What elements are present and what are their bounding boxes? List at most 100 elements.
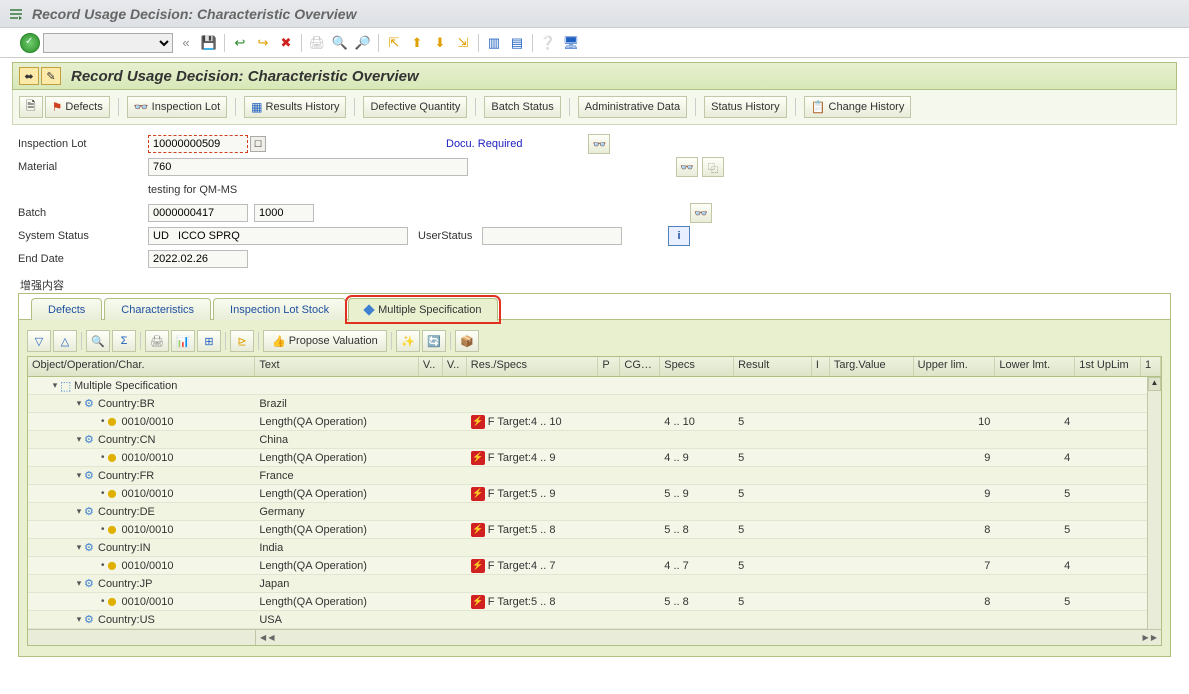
back-icon[interactable]: ↩ [230, 33, 250, 53]
expand-icon[interactable]: ▾ [74, 399, 84, 409]
prev-page-icon[interactable]: ⬆ [407, 33, 427, 53]
table-row[interactable]: ▾ Country:FRFrance [28, 467, 1161, 485]
new-session-icon[interactable]: ▥ [484, 33, 504, 53]
table-row[interactable]: ▾ Country:CNChina [28, 431, 1161, 449]
col-res-specs[interactable]: Res./Specs [467, 357, 599, 376]
find-button[interactable]: 🔍 [86, 330, 110, 352]
inspection-lot-button[interactable]: 👓Inspection Lot [127, 96, 227, 118]
command-field[interactable] [43, 33, 173, 53]
vertical-scrollbar[interactable]: ▲ ▼ [1147, 377, 1161, 645]
col-1[interactable]: 1 [1141, 357, 1161, 376]
find-next-icon[interactable]: 🔎 [353, 33, 373, 53]
print-icon[interactable]: 🖨 [307, 33, 327, 53]
magic-wand-button[interactable]: ✨ [396, 330, 420, 352]
expand-icon[interactable]: ▾ [74, 507, 84, 517]
details-button[interactable]: 🗎 [19, 96, 43, 118]
admin-data-button[interactable]: Administrative Data [578, 96, 687, 118]
sap-menu-icon[interactable] [8, 6, 24, 22]
last-page-icon[interactable]: ⇲ [453, 33, 473, 53]
table-row[interactable]: ▾ Multiple Specification [28, 377, 1161, 395]
cancel-icon[interactable]: ✖ [276, 33, 296, 53]
expand-icon[interactable]: ▾ [74, 543, 84, 553]
scroll-up-icon[interactable]: ▲ [1148, 377, 1161, 391]
tab-multiple-specification[interactable]: Multiple Specification [348, 298, 498, 321]
col-targ[interactable]: Targ.Value [830, 357, 914, 376]
batch-split-input[interactable] [254, 204, 314, 222]
export-button[interactable]: ⊞ [197, 330, 221, 352]
expand-icon[interactable]: ▾ [74, 615, 84, 625]
info-button[interactable]: i [668, 226, 690, 246]
batch-input[interactable] [148, 204, 248, 222]
stock-button[interactable]: 📦 [455, 330, 479, 352]
label-system-status: System Status [18, 230, 148, 242]
find-icon[interactable]: 🔍 [330, 33, 350, 53]
copy-button[interactable]: ⿻ [702, 157, 724, 177]
help-icon[interactable]: ❔ [538, 33, 558, 53]
col-p[interactable]: P [598, 357, 620, 376]
table-row[interactable]: • 0010/0010Length(QA Operation)⚡F Target… [28, 449, 1161, 467]
defective-quantity-button[interactable]: Defective Quantity [363, 96, 467, 118]
collapse-all-button[interactable]: △ [53, 330, 77, 352]
expand-icon[interactable]: ▾ [74, 579, 84, 589]
sum-button[interactable]: Σ [112, 330, 136, 352]
next-page-icon[interactable]: ⬇ [430, 33, 450, 53]
table-row[interactable]: ▾ Country:INIndia [28, 539, 1161, 557]
chart-button[interactable]: 📊 [171, 330, 195, 352]
end-date-input[interactable] [148, 250, 248, 268]
layout-icon[interactable]: 🖥 [561, 33, 581, 53]
table-row[interactable]: • 0010/0010Length(QA Operation)⚡F Target… [28, 521, 1161, 539]
tab-defects[interactable]: Defects [31, 298, 102, 320]
back-all-icon[interactable]: « [176, 33, 196, 53]
ok-button[interactable] [20, 33, 40, 53]
propose-valuation-button[interactable]: 👍Propose Valuation [263, 330, 387, 352]
defects-button[interactable]: ⚑Defects [45, 96, 110, 118]
table-row[interactable]: ▾ Country:BRBrazil [28, 395, 1161, 413]
col-result[interactable]: Result [734, 357, 812, 376]
save-icon[interactable]: 💾 [199, 33, 219, 53]
display-material-button[interactable]: 👓 [676, 157, 698, 177]
table-row[interactable]: • 0010/0010Length(QA Operation)⚡F Target… [28, 557, 1161, 575]
col-v1[interactable]: V.. [419, 357, 443, 376]
col-i[interactable]: I [812, 357, 830, 376]
expand-icon[interactable]: ▾ [50, 381, 60, 391]
expand-icon[interactable]: ▾ [74, 435, 84, 445]
hierarchy-button[interactable]: ⊵ [230, 330, 254, 352]
status-history-button[interactable]: Status History [704, 96, 786, 118]
col-cg[interactable]: CG… [620, 357, 660, 376]
table-row[interactable]: ▾ Country:DEGermany [28, 503, 1161, 521]
tab-inspection-lot-stock[interactable]: Inspection Lot Stock [213, 298, 346, 320]
change-history-button[interactable]: 📋Change History [804, 96, 912, 118]
user-status-input[interactable] [482, 227, 622, 245]
inspection-lot-input[interactable] [148, 135, 248, 153]
first-page-icon[interactable]: ⇱ [384, 33, 404, 53]
header-action-2-icon[interactable]: ✎ [41, 67, 61, 85]
search-help-icon[interactable]: ☐ [250, 136, 266, 152]
table-row[interactable]: • 0010/0010Length(QA Operation)⚡F Target… [28, 413, 1161, 431]
separator [532, 34, 533, 52]
col-1stup[interactable]: 1st UpLim [1075, 357, 1141, 376]
batch-status-button[interactable]: Batch Status [484, 96, 560, 118]
material-input[interactable] [148, 158, 468, 176]
col-lower[interactable]: Lower lmt. [995, 357, 1075, 376]
expand-all-button[interactable]: ▽ [27, 330, 51, 352]
print-button[interactable]: 🖨 [145, 330, 169, 352]
results-history-button[interactable]: ▦Results History [244, 96, 346, 118]
col-text[interactable]: Text [255, 357, 419, 376]
table-row[interactable]: ▾ Country:JPJapan [28, 575, 1161, 593]
col-upper[interactable]: Upper lim. [914, 357, 996, 376]
table-row[interactable]: • 0010/0010Length(QA Operation)⚡F Target… [28, 593, 1161, 611]
horizontal-scrollbar[interactable]: ◀ ◀▶ ▶ [28, 629, 1161, 645]
col-object[interactable]: Object/Operation/Char. [28, 357, 255, 376]
shortcut-icon[interactable]: ▤ [507, 33, 527, 53]
col-specs[interactable]: Specs [660, 357, 734, 376]
tab-characteristics[interactable]: Characteristics [104, 298, 211, 320]
exit-icon[interactable]: ↪ [253, 33, 273, 53]
display-detail-button[interactable]: 👓 [588, 134, 610, 154]
display-batch-button[interactable]: 👓 [690, 203, 712, 223]
table-row[interactable]: • 0010/0010Length(QA Operation)⚡F Target… [28, 485, 1161, 503]
expand-icon[interactable]: ▾ [74, 471, 84, 481]
col-v2[interactable]: V.. [443, 357, 467, 376]
header-action-1-icon[interactable]: ⬌ [19, 67, 39, 85]
refresh-button[interactable]: 🔄 [422, 330, 446, 352]
table-row[interactable]: ▾ Country:USUSA [28, 611, 1161, 629]
